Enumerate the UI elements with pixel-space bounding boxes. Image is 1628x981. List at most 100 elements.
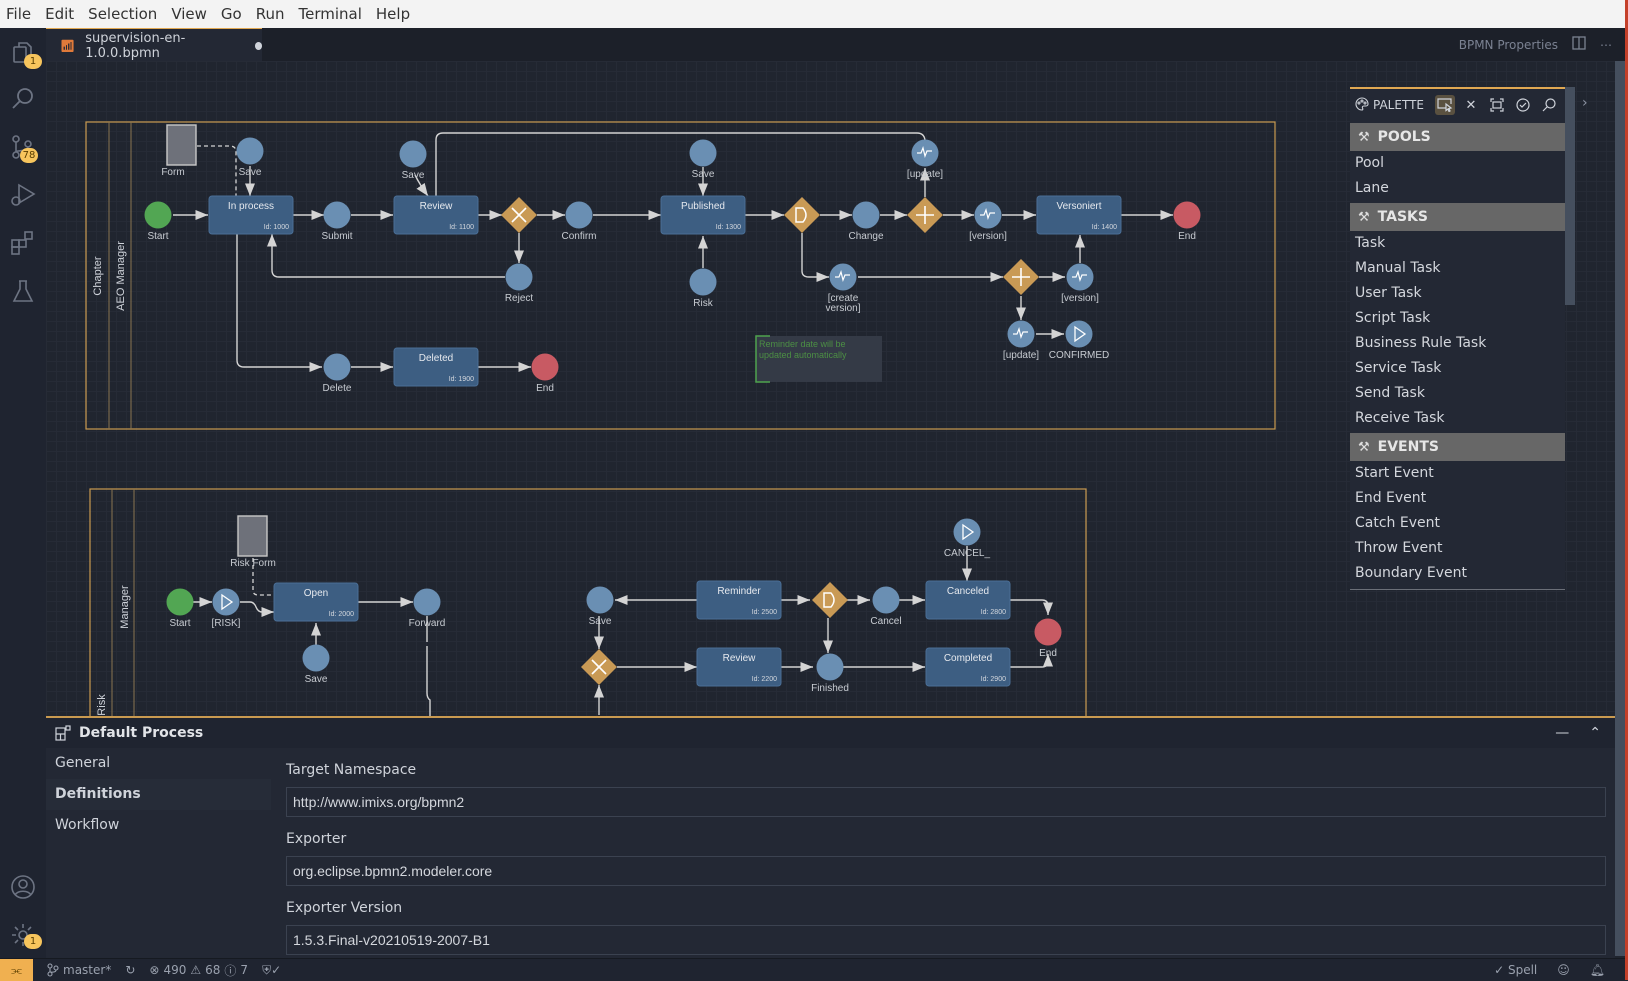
event-risk[interactable]: Risk [689,268,717,310]
event-change[interactable]: Change [848,201,884,243]
selection-tool-icon[interactable] [1435,95,1455,115]
task-canceled[interactable]: Canceled Id: 2800 [925,580,1011,620]
sync-icon[interactable]: ↻ [125,963,135,977]
shield-check-icon[interactable]: ⛨✓ [262,963,281,978]
event-delete[interactable]: Delete [323,353,352,395]
task-completed[interactable]: Completed Id: 2900 [925,647,1011,687]
palette-item-script-task[interactable]: Script Task [1350,306,1565,331]
nav-general[interactable]: General [46,748,271,779]
exporter-input[interactable]: org.eclipse.bpmn2.modeler.core [286,856,1606,886]
palette-group-events[interactable]: ⚒ EVENTS [1350,433,1565,461]
palette-item-throw-event[interactable]: Throw Event [1350,536,1565,561]
maximize-panel-icon[interactable]: ⌃ [1589,725,1601,741]
event-version1[interactable]: [version] [969,201,1007,243]
event-save4[interactable]: Save [302,644,330,686]
task-review[interactable]: Review Id: 2200 [696,647,782,687]
testing-icon[interactable] [10,278,36,304]
event-confirmed[interactable]: CONFIRMED [1049,320,1110,362]
event-version2[interactable]: [version] [1061,263,1099,305]
run-debug-icon[interactable] [10,182,36,208]
palette-item-lane[interactable]: Lane [1350,176,1565,201]
menu-go[interactable]: Go [214,5,249,23]
branch-indicator[interactable]: master* [47,963,111,977]
editor-scrollbar[interactable] [1615,61,1625,956]
event-forward[interactable]: Forward [409,588,446,630]
menu-view[interactable]: View [164,5,214,23]
gw-exclusive-1[interactable] [501,197,537,233]
extensions-icon[interactable] [10,230,36,256]
gw-parallel-1[interactable] [907,197,943,233]
event-createversion1[interactable]: [create [828,263,859,305]
spell-check-indicator[interactable]: ✓ Spell [1494,963,1537,977]
menu-file[interactable]: File [0,5,38,23]
palette-item-task[interactable]: Task [1350,231,1565,256]
nav-workflow[interactable]: Workflow [46,810,271,841]
bpmn-properties-button[interactable]: BPMN Properties [1459,38,1558,52]
split-editor-icon[interactable] [1572,36,1586,53]
problems-indicator[interactable]: ⊗ 490 ⚠︎ 68 ⓘ 7 [149,962,248,979]
gw-event-2[interactable] [812,582,848,618]
task-reminder[interactable]: Reminder Id: 2500 [696,580,782,620]
palette-item-service-task[interactable]: Service Task [1350,356,1565,381]
settings-gear-icon[interactable]: 1 [10,922,42,949]
menu-help[interactable]: Help [369,5,417,23]
palette-item-boundary-event[interactable]: Boundary Event [1350,561,1565,586]
delete-tool-icon[interactable]: ✕ [1461,95,1481,115]
event-submit[interactable]: Submit [321,201,353,243]
collapse-palette-icon[interactable]: › [1582,95,1588,111]
event-cancel[interactable]: Cancel [870,586,902,628]
task-published[interactable]: Published Id: 1300 [660,195,746,235]
palette-item-catch-event[interactable]: Catch Event [1350,511,1565,536]
event-finished[interactable]: Finished [811,653,849,695]
target-namespace-input[interactable]: http://www.imixs.org/bpmn2 [286,787,1606,817]
explorer-icon[interactable]: 1 [10,40,42,69]
palette-item-end-event[interactable]: End Event [1350,486,1565,511]
gw-exclusive-2[interactable] [581,649,617,685]
search-icon[interactable] [10,86,36,112]
data-object-riskform[interactable]: Risk Form [230,515,276,569]
event-update2[interactable]: [update] [1003,320,1039,362]
event-start1[interactable]: Start [144,201,172,243]
event-end1[interactable]: End [1173,201,1201,243]
fit-to-screen-icon[interactable] [1487,95,1507,115]
minimize-panel-icon[interactable]: — [1555,725,1569,741]
notifications-bell-icon[interactable]: 🔔︎ [1590,963,1605,977]
task-versoniert[interactable]: Versoniert Id: 1400 [1036,195,1122,235]
palette-item-start-event[interactable]: Start Event [1350,461,1565,486]
event-start2[interactable]: Start [166,588,194,630]
menu-selection[interactable]: Selection [81,5,164,23]
event-save5[interactable]: Save [586,586,614,628]
event-end2[interactable]: End [531,353,559,395]
data-object-form[interactable]: Form [161,124,197,178]
palette-item-pool[interactable]: Pool [1350,151,1565,176]
event-save3[interactable]: Save [689,139,717,181]
event-end3[interactable]: End [1034,618,1062,660]
event-save2[interactable]: Save [399,140,427,182]
palette-item-send-task[interactable]: Send Task [1350,381,1565,406]
feedback-icon[interactable]: ☺ [1557,963,1570,977]
unsaved-dot-icon[interactable] [254,41,262,50]
palette-item-manual-task[interactable]: Manual Task [1350,256,1565,281]
task-deleted[interactable]: Deleted Id: 1900 [393,347,479,387]
palette-item-business-rule-task[interactable]: Business Rule Task [1350,331,1565,356]
gw-parallel-2[interactable] [1003,259,1039,295]
event-update1[interactable]: [update] [907,139,943,181]
palette-group-tasks[interactable]: ⚒ TASKS [1350,203,1565,231]
tab-supervision-bpmn[interactable]: 📶︎ supervision-en-1.0.0.bpmn [46,28,262,62]
event-confirm[interactable]: Confirm [561,201,597,243]
text-annotation[interactable]: Reminder date will be updated automatica… [755,335,882,383]
account-icon[interactable] [10,874,36,900]
palette-item-receive-task[interactable]: Receive Task [1350,406,1565,431]
task-open[interactable]: Open Id: 2000 [273,582,359,622]
exporter-version-input[interactable]: 1.5.3.Final-v20210519-2007-B1 [286,925,1606,955]
menu-terminal[interactable]: Terminal [292,5,369,23]
nav-definitions[interactable]: Definitions [46,779,271,810]
menu-run[interactable]: Run [249,5,292,23]
more-actions-icon[interactable]: ⋯ [1600,38,1612,52]
menu-edit[interactable]: Edit [38,5,81,23]
event-save1[interactable]: Save [236,137,264,179]
pool-chapter[interactable]: Chapter AEO Manager [85,121,1276,430]
search-palette-icon[interactable] [1539,95,1559,115]
validate-icon[interactable] [1513,95,1533,115]
source-control-icon[interactable]: 78 [10,134,38,163]
